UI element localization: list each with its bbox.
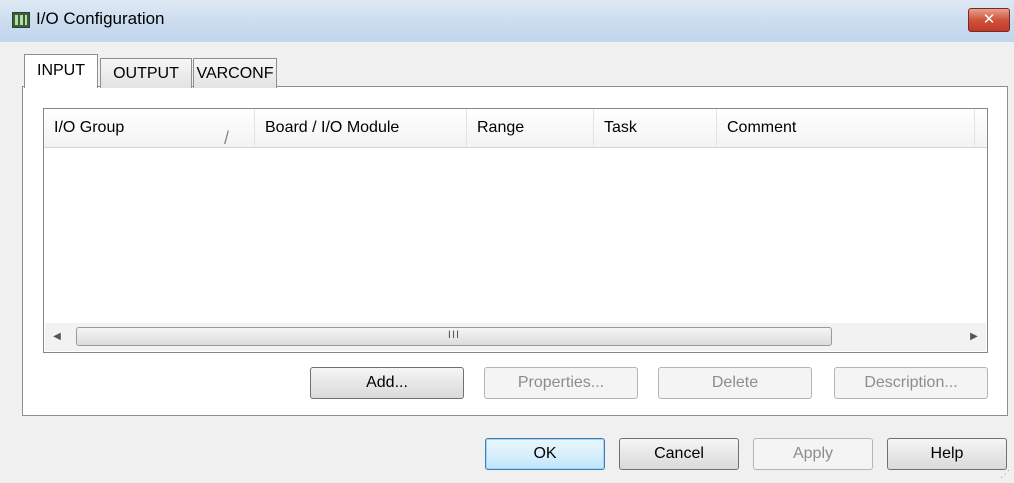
scroll-thumb[interactable]: III (76, 327, 832, 346)
tab-output[interactable]: OUTPUT (100, 58, 192, 88)
properties-button[interactable]: Properties... (484, 367, 638, 399)
resize-grip-icon[interactable]: ⋰ (1000, 469, 1012, 481)
tab-varconf[interactable]: VARCONF (193, 58, 277, 88)
close-button[interactable]: ✕ (968, 8, 1010, 32)
delete-button[interactable]: Delete (658, 367, 812, 399)
column-header-comment[interactable]: Comment (717, 109, 975, 147)
column-header-range[interactable]: Range (467, 109, 594, 147)
column-header-board-io-module[interactable]: Board / I/O Module (255, 109, 467, 147)
column-header-task[interactable]: Task (594, 109, 717, 147)
column-label: I/O Group (54, 119, 125, 136)
horizontal-scrollbar[interactable]: ◀ III ▶ (45, 323, 986, 351)
sort-indicator-icon: / (224, 128, 230, 148)
description-button[interactable]: Description... (834, 367, 988, 399)
tab-input[interactable]: INPUT (24, 54, 98, 88)
column-header-io-group[interactable]: I/O Group / (44, 109, 255, 148)
window-title: I/O Configuration (36, 9, 165, 28)
ok-button[interactable]: OK (485, 438, 605, 470)
scroll-right-arrow-icon[interactable]: ▶ (962, 323, 986, 351)
io-configuration-icon (12, 12, 30, 28)
list-header: I/O Group / Board / I/O Module Range Tas… (44, 109, 987, 148)
help-button[interactable]: Help (887, 438, 1007, 470)
add-button[interactable]: Add... (310, 367, 464, 399)
apply-button[interactable]: Apply (753, 438, 873, 470)
scroll-left-arrow-icon[interactable]: ◀ (45, 323, 69, 351)
cancel-button[interactable]: Cancel (619, 438, 739, 470)
title-bar[interactable]: I/O Configuration ✕ (0, 0, 1014, 42)
io-group-list[interactable]: I/O Group / Board / I/O Module Range Tas… (43, 108, 988, 353)
